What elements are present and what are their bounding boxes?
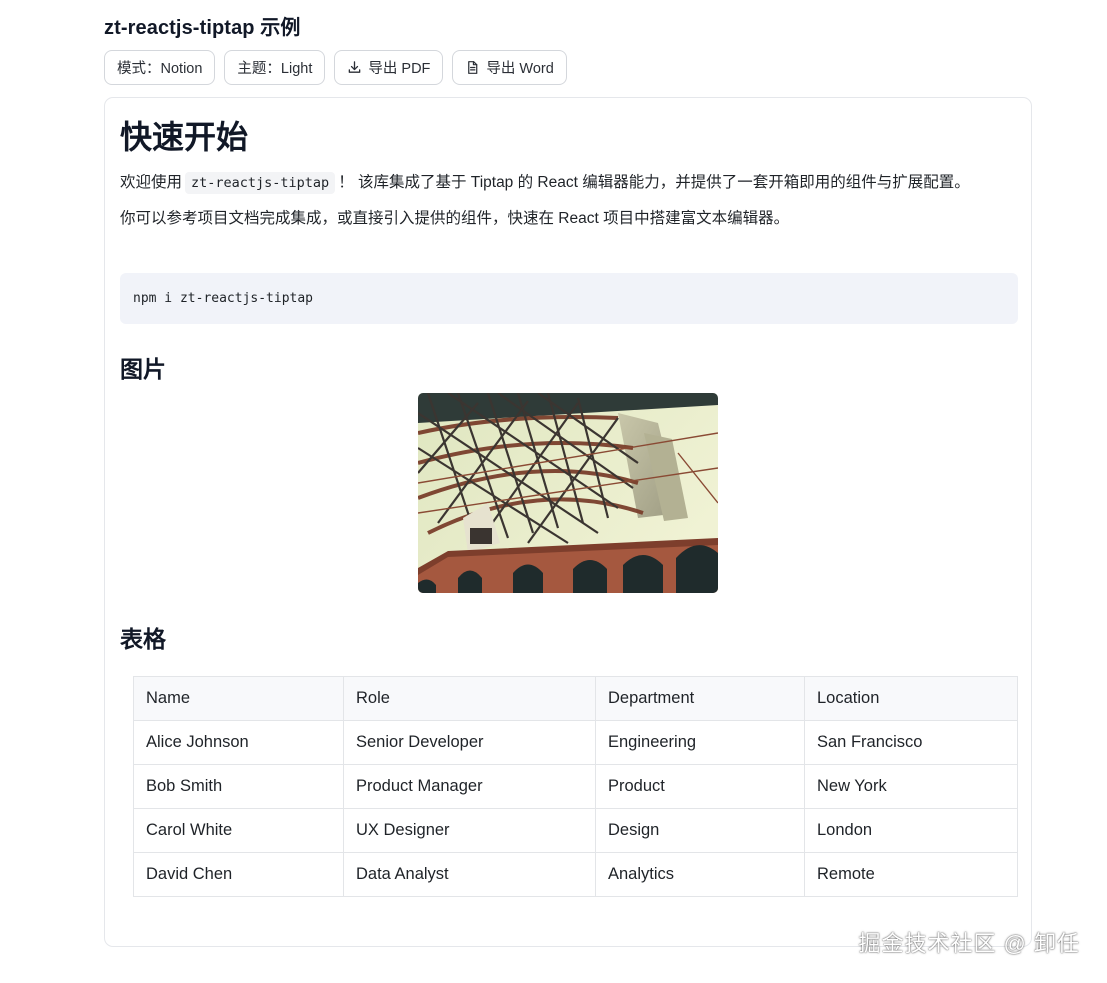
table-row: David Chen Data Analyst Analytics Remote bbox=[133, 852, 1018, 897]
doc-heading: 快速开始 bbox=[120, 119, 249, 155]
table-header-cell[interactable]: Role bbox=[343, 676, 596, 721]
export-pdf-label: 导出 PDF bbox=[368, 61, 431, 77]
table-cell[interactable]: Carol White bbox=[133, 808, 344, 853]
intro-paragraph: 欢迎使用 zt-reactjs-tiptap！ 该库集成了基于 Tiptap 的 … bbox=[120, 170, 970, 194]
data-table[interactable]: Name Role Department Location Alice John… bbox=[133, 676, 1018, 897]
theme-button[interactable]: 主题：Light bbox=[224, 50, 326, 85]
table-heading: 表格 bbox=[120, 626, 166, 652]
table-header-cell[interactable]: Location bbox=[804, 676, 1018, 721]
mode-button[interactable]: 模式：Notion bbox=[104, 50, 216, 85]
mode-button-label: 模式：Notion bbox=[117, 61, 203, 77]
table-cell[interactable]: Product bbox=[595, 764, 805, 809]
export-word-button[interactable]: 导出 Word bbox=[452, 50, 567, 85]
inline-code: zt-reactjs-tiptap bbox=[185, 172, 336, 194]
table-row: Carol White UX Designer Design London bbox=[133, 808, 1018, 853]
usage-paragraph: 你可以参考项目文档完成集成，或直接引入提供的组件，快速在 React 项目中搭建… bbox=[120, 210, 790, 227]
table-cell[interactable]: David Chen bbox=[133, 852, 344, 897]
table-cell[interactable]: Product Manager bbox=[343, 764, 596, 809]
table-cell[interactable]: Analytics bbox=[595, 852, 805, 897]
editor-content[interactable]: 快速开始 欢迎使用 zt-reactjs-tiptap！ 该库集成了基于 Tipt… bbox=[104, 97, 1032, 947]
image-heading: 图片 bbox=[120, 356, 166, 382]
theme-button-label: 主题：Light bbox=[237, 61, 313, 77]
page-title: zt-reactjs-tiptap 示例 bbox=[104, 17, 301, 39]
table-cell[interactable]: New York bbox=[804, 764, 1018, 809]
code-block[interactable]: npm i zt-reactjs-tiptap bbox=[120, 273, 1018, 324]
table-row: Alice Johnson Senior Developer Engineeri… bbox=[133, 720, 1018, 765]
table-cell[interactable]: Design bbox=[595, 808, 805, 853]
document-icon bbox=[465, 60, 480, 75]
table-cell[interactable]: Data Analyst bbox=[343, 852, 596, 897]
code-block-text: npm i zt-reactjs-tiptap bbox=[133, 291, 314, 306]
table-cell[interactable]: Bob Smith bbox=[133, 764, 344, 809]
bridge-image[interactable] bbox=[418, 393, 718, 593]
table-cell[interactable]: Alice Johnson bbox=[133, 720, 344, 765]
toolbar: 模式：Notion 主题：Light 导出 PDF 导出 Word bbox=[104, 50, 567, 85]
table-row: Bob Smith Product Manager Product New Yo… bbox=[133, 764, 1018, 809]
export-word-label: 导出 Word bbox=[486, 61, 554, 77]
intro-prefix: 欢迎使用 bbox=[120, 174, 183, 191]
table-cell[interactable]: London bbox=[804, 808, 1018, 853]
watermark: 掘金技术社区 @ 卸任 bbox=[858, 931, 1080, 956]
table-cell[interactable]: San Francisco bbox=[804, 720, 1018, 765]
download-icon bbox=[347, 60, 362, 75]
table-cell[interactable]: UX Designer bbox=[343, 808, 596, 853]
export-pdf-button[interactable]: 导出 PDF bbox=[334, 50, 444, 85]
table-cell[interactable]: Engineering bbox=[595, 720, 805, 765]
intro-suffix: ！ 该库集成了基于 Tiptap 的 React 编辑器能力，并提供了一套开箱即… bbox=[338, 174, 970, 191]
table-header-cell[interactable]: Department bbox=[595, 676, 805, 721]
table-header-row: Name Role Department Location bbox=[133, 676, 1018, 721]
table-header-cell[interactable]: Name bbox=[133, 676, 344, 721]
table-cell[interactable]: Remote bbox=[804, 852, 1018, 897]
table-cell[interactable]: Senior Developer bbox=[343, 720, 596, 765]
